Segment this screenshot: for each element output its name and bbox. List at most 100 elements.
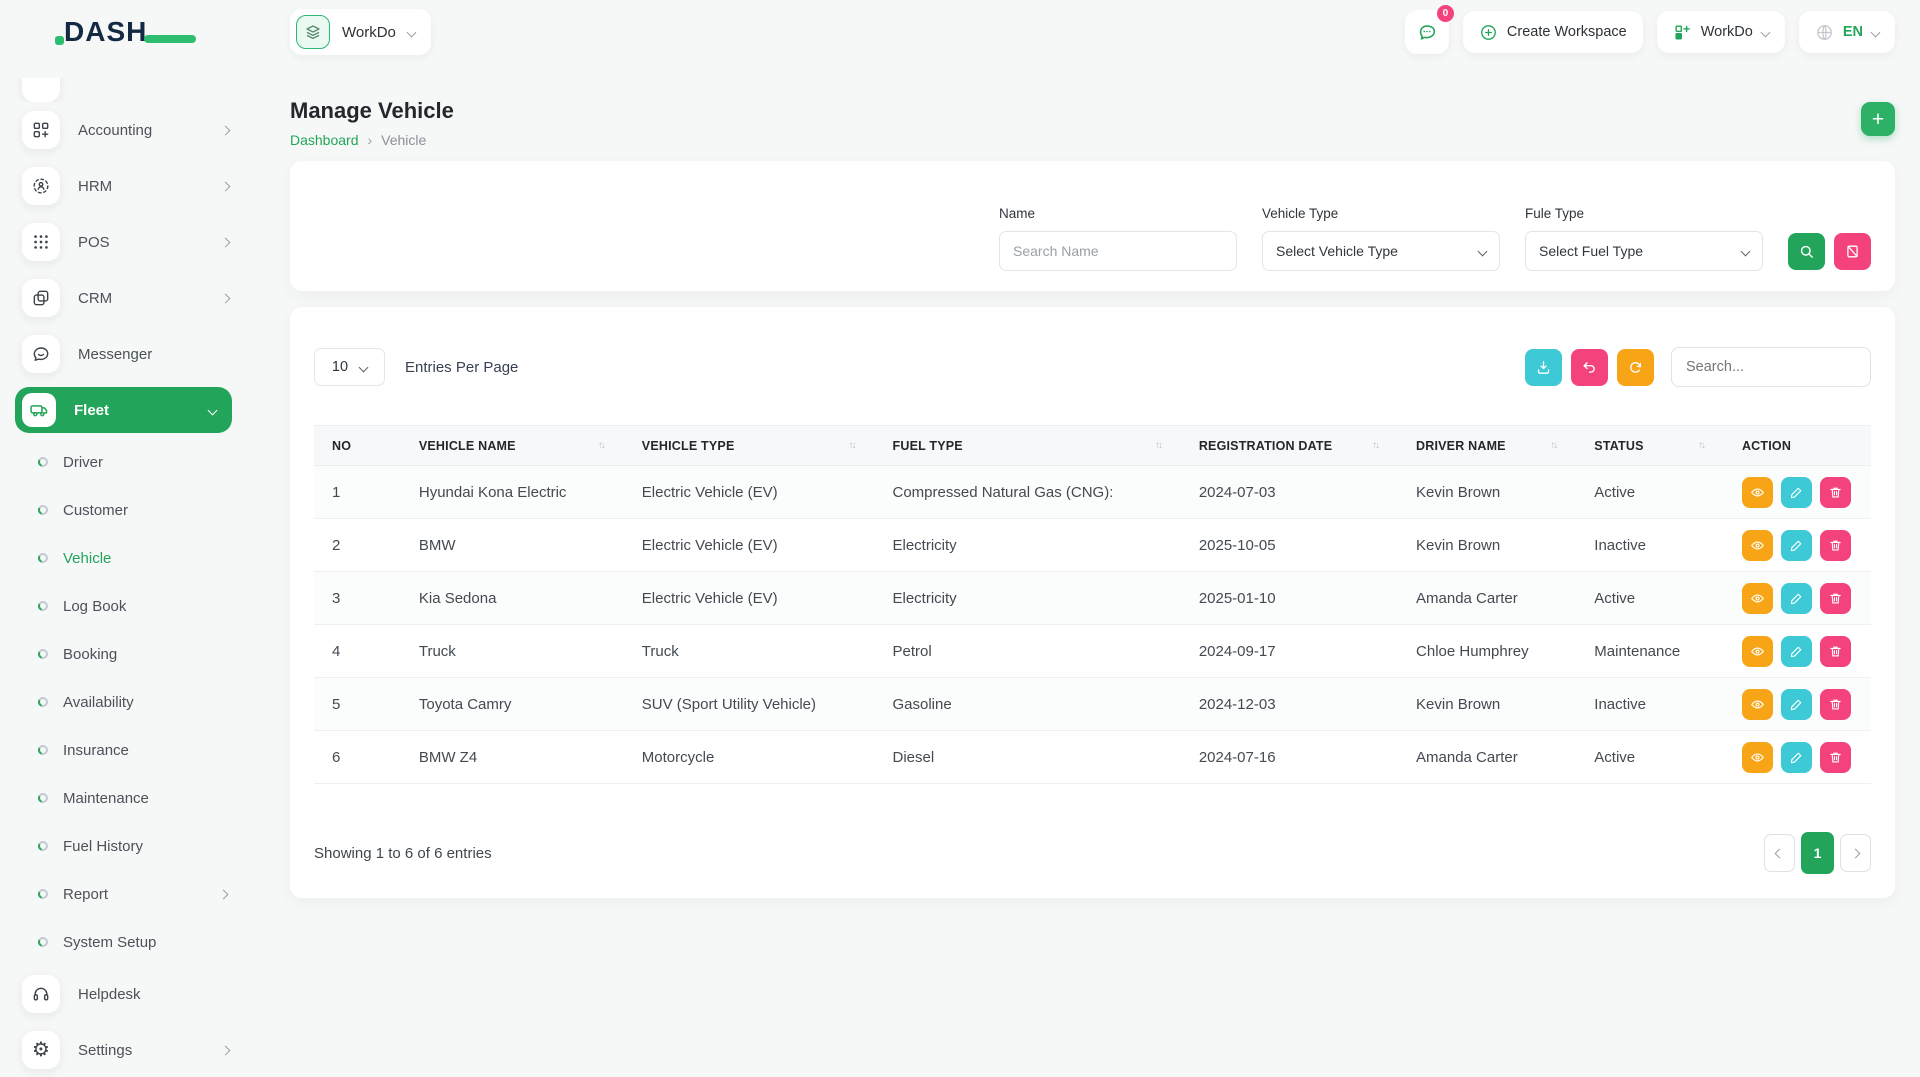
- entries-per-page-label: Entries Per Page: [405, 359, 518, 376]
- reset-filter-icon: [1844, 243, 1861, 260]
- sidebar-nav: Accounting HRM POS: [0, 64, 265, 1077]
- sidebar-item-hrm[interactable]: HRM: [0, 158, 265, 214]
- breadcrumb-dashboard-link[interactable]: Dashboard: [290, 132, 359, 148]
- filter-reset-button[interactable]: [1834, 233, 1871, 270]
- vehicle-type-select[interactable]: Select Vehicle Type: [1262, 231, 1500, 271]
- edit-button[interactable]: [1781, 742, 1812, 773]
- cell-vehicle-type: Electric Vehicle (EV): [624, 572, 875, 625]
- submenu-item-label: Availability: [63, 694, 134, 711]
- brand-logo[interactable]: DASH: [64, 16, 194, 64]
- column-header-fuel-type[interactable]: FUEL TYPE↑↓: [875, 426, 1181, 466]
- pagination-prev-button[interactable]: [1764, 834, 1795, 872]
- undo-icon: [1581, 359, 1598, 376]
- export-button[interactable]: [1525, 349, 1562, 386]
- cell-no: 6: [314, 731, 401, 784]
- fleet-submenu-item[interactable]: Vehicle: [0, 534, 265, 582]
- view-button[interactable]: [1742, 477, 1773, 508]
- add-vehicle-button[interactable]: +: [1861, 102, 1895, 136]
- fleet-submenu-item[interactable]: Driver: [0, 438, 265, 486]
- edit-button[interactable]: [1781, 530, 1812, 561]
- messages-button[interactable]: 0: [1405, 10, 1449, 54]
- fleet-submenu-item[interactable]: Availability: [0, 678, 265, 726]
- pagination-page-1[interactable]: 1: [1801, 832, 1834, 874]
- workspace-menu-button[interactable]: WorkDo: [1657, 11, 1785, 53]
- sidebar-item-fleet[interactable]: Fleet: [15, 387, 232, 433]
- eye-icon: [1750, 697, 1765, 712]
- table-row: 1 Hyundai Kona Electric Electric Vehicle…: [314, 466, 1871, 519]
- edit-button[interactable]: [1781, 477, 1812, 508]
- fleet-submenu-item[interactable]: Report: [0, 870, 265, 918]
- sidebar-item-label: Helpdesk: [78, 986, 229, 1003]
- sidebar-item-label: POS: [78, 234, 204, 251]
- delete-button[interactable]: [1820, 742, 1851, 773]
- cell-vehicle-name: Kia Sedona: [401, 572, 624, 625]
- cell-status: Active: [1576, 466, 1724, 519]
- workspace-switcher[interactable]: WorkDo: [290, 9, 431, 55]
- pagination-next-button[interactable]: [1840, 834, 1871, 872]
- table-toolbar: 10 Entries Per Page: [314, 347, 1871, 387]
- submenu-bullet-icon: [38, 505, 48, 515]
- sidebar-item-helpdesk[interactable]: Helpdesk: [0, 966, 265, 1022]
- gear-icon: ⚙: [22, 1031, 60, 1069]
- fleet-submenu-item[interactable]: Fuel History: [0, 822, 265, 870]
- filter-search-button[interactable]: [1788, 233, 1825, 270]
- column-header-status[interactable]: STATUS↑↓: [1576, 426, 1724, 466]
- vehicle-table-body: 1 Hyundai Kona Electric Electric Vehicle…: [314, 466, 1871, 784]
- grid-add-icon: [1673, 23, 1692, 42]
- fleet-submenu-item[interactable]: Customer: [0, 486, 265, 534]
- chevron-down-icon: [359, 362, 369, 372]
- edit-button[interactable]: [1781, 636, 1812, 667]
- sidebar-item-messenger[interactable]: Messenger: [0, 326, 265, 382]
- sidebar-item-label: CRM: [78, 290, 204, 307]
- sidebar-item-pos[interactable]: POS: [0, 214, 265, 270]
- eye-icon: [1750, 485, 1765, 500]
- sidebar-item-clipped[interactable]: [0, 78, 265, 102]
- fleet-submenu-item[interactable]: Insurance: [0, 726, 265, 774]
- column-header-vehicle-name[interactable]: VEHICLE NAME↑↓: [401, 426, 624, 466]
- view-button[interactable]: [1742, 742, 1773, 773]
- sidebar-item-settings[interactable]: ⚙ Settings: [0, 1022, 265, 1077]
- cell-action: [1724, 625, 1871, 678]
- language-selector[interactable]: EN: [1799, 11, 1895, 53]
- cell-vehicle-type: Electric Vehicle (EV): [624, 519, 875, 572]
- edit-button[interactable]: [1781, 583, 1812, 614]
- view-button[interactable]: [1742, 636, 1773, 667]
- column-header-driver-name[interactable]: DRIVER NAME↑↓: [1398, 426, 1576, 466]
- submenu-item-label: Report: [63, 886, 108, 903]
- fleet-submenu-item[interactable]: Log Book: [0, 582, 265, 630]
- entries-per-page-value: 10: [332, 359, 348, 375]
- workspace-name: WorkDo: [342, 24, 396, 41]
- delete-button[interactable]: [1820, 689, 1851, 720]
- breadcrumb-current: Vehicle: [381, 132, 426, 148]
- view-button[interactable]: [1742, 583, 1773, 614]
- view-button[interactable]: [1742, 689, 1773, 720]
- undo-button[interactable]: [1571, 349, 1608, 386]
- fuel-type-select[interactable]: Select Fuel Type: [1525, 231, 1763, 271]
- create-workspace-button[interactable]: Create Workspace: [1463, 11, 1643, 53]
- delete-button[interactable]: [1820, 477, 1851, 508]
- refresh-button[interactable]: [1617, 349, 1654, 386]
- submenu-bullet-icon: [38, 553, 48, 563]
- fleet-submenu-item[interactable]: System Setup: [0, 918, 265, 966]
- cell-vehicle-name: BMW: [401, 519, 624, 572]
- sidebar-item-crm[interactable]: CRM: [0, 270, 265, 326]
- column-header-vehicle-type[interactable]: VEHICLE TYPE↑↓: [624, 426, 875, 466]
- edit-button[interactable]: [1781, 689, 1812, 720]
- table-search-input[interactable]: [1671, 347, 1871, 387]
- cell-vehicle-name: Toyota Camry: [401, 678, 624, 731]
- cell-action: [1724, 572, 1871, 625]
- entries-per-page-select[interactable]: 10: [314, 348, 385, 386]
- view-button[interactable]: [1742, 530, 1773, 561]
- fleet-submenu-item[interactable]: Booking: [0, 630, 265, 678]
- clipped-icon: [22, 78, 60, 102]
- sidebar-item-accounting[interactable]: Accounting: [0, 102, 265, 158]
- fleet-submenu-item[interactable]: Maintenance: [0, 774, 265, 822]
- vehicle-type-value: Select Vehicle Type: [1276, 243, 1398, 259]
- name-filter-input[interactable]: [999, 231, 1237, 271]
- workspace-icon: [296, 15, 330, 49]
- column-header-registration-date[interactable]: REGISTRATION DATE↑↓: [1181, 426, 1398, 466]
- delete-button[interactable]: [1820, 636, 1851, 667]
- sidebar: DASH Accounting HRM: [0, 0, 265, 1077]
- delete-button[interactable]: [1820, 583, 1851, 614]
- delete-button[interactable]: [1820, 530, 1851, 561]
